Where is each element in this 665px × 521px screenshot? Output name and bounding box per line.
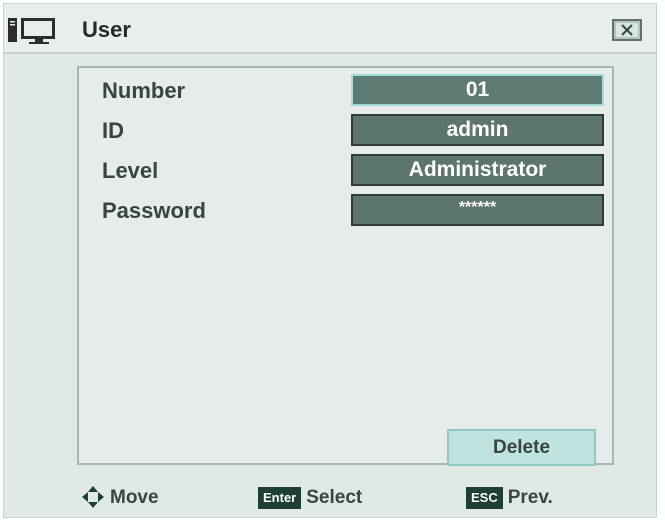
- number-field[interactable]: 01: [351, 74, 604, 106]
- select-label: Select: [306, 487, 363, 508]
- password-field[interactable]: ******: [351, 194, 604, 226]
- enter-key-badge: Enter: [258, 487, 302, 509]
- esc-key-badge: ESC: [466, 487, 503, 509]
- window-title: User: [82, 17, 131, 42]
- level-label: Level: [102, 158, 159, 183]
- user-form-panel: Number 01 ID admin Level Administrator P…: [77, 66, 614, 466]
- title-bar: User: [4, 4, 656, 54]
- move-hint: Move: [110, 487, 159, 508]
- number-label: Number: [102, 78, 186, 103]
- level-field[interactable]: Administrator: [351, 154, 604, 186]
- id-label: ID: [102, 118, 124, 143]
- delete-button[interactable]: Delete: [447, 429, 596, 466]
- user-dialog: User Number 01 ID admin Level Administra…: [3, 3, 657, 518]
- prev-hint: ESC Prev.: [466, 487, 553, 509]
- monitor-icon: [8, 18, 55, 44]
- id-field[interactable]: admin: [351, 114, 604, 146]
- password-label: Password: [102, 198, 206, 223]
- direction-pad-icon: [82, 486, 104, 508]
- close-icon[interactable]: [612, 19, 642, 41]
- select-hint: Enter Select: [258, 487, 362, 509]
- prev-label: Prev.: [507, 487, 553, 508]
